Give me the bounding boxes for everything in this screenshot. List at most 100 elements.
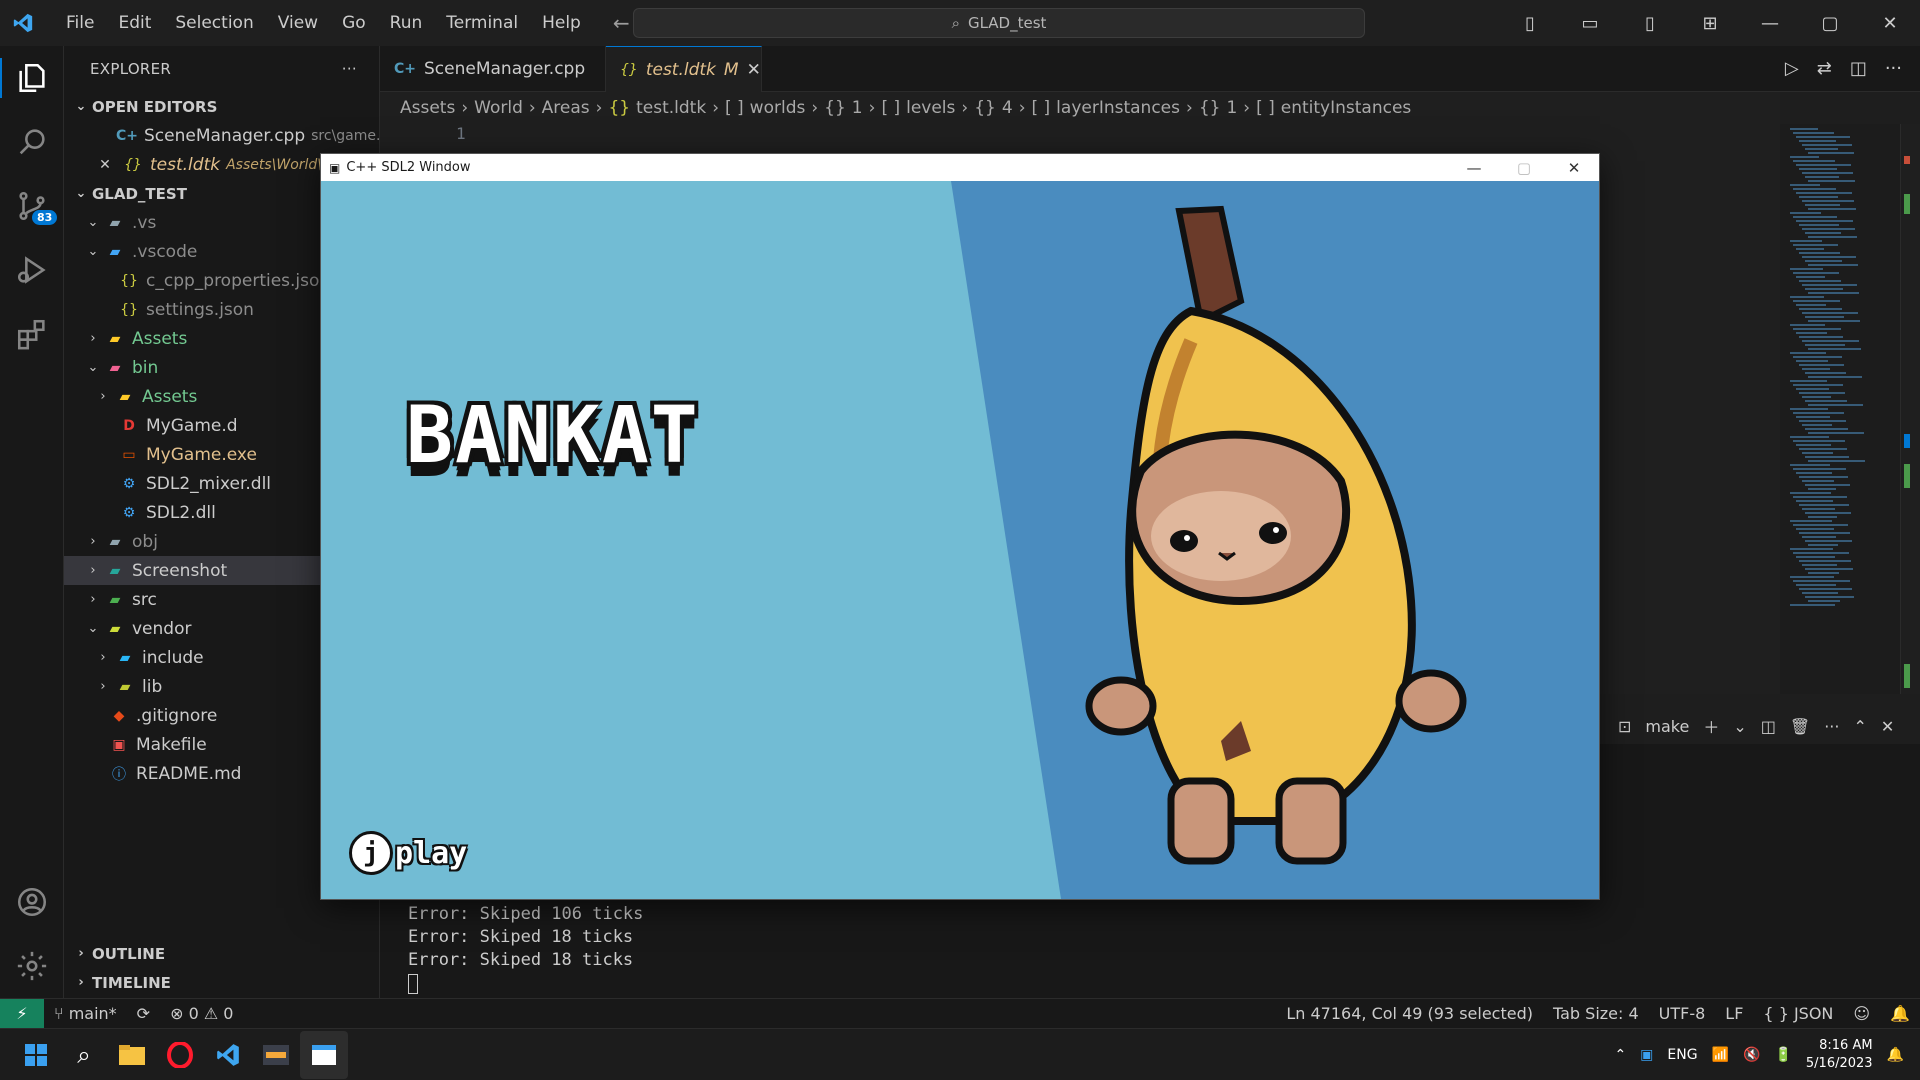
breadcrumb-item[interactable]: layerInstances <box>1056 98 1180 118</box>
customize-layout-icon[interactable]: ⊞ <box>1680 13 1740 34</box>
chevron-down-icon[interactable]: ⌄ <box>1733 717 1746 736</box>
source-control-icon[interactable]: 83 <box>0 174 64 238</box>
status-bar: ⚡ ⑂ main* ⟳ ⊗ 0 ⚠ 0 Ln 47164, Col 49 (93… <box>0 998 1920 1029</box>
chevron-down-icon: ⌄ <box>87 360 99 375</box>
toggle-secondary-sidebar-icon[interactable]: ▯ <box>1620 13 1680 34</box>
toggle-panel-icon[interactable]: ▭ <box>1560 13 1620 34</box>
maximize-button[interactable]: ▢ <box>1800 13 1860 34</box>
battery-icon[interactable]: 🔋 <box>1774 1047 1791 1063</box>
close-button[interactable]: ✕ <box>1860 13 1920 34</box>
accounts-icon[interactable] <box>0 870 64 934</box>
more-actions-icon[interactable]: ··· <box>1824 717 1839 736</box>
language-indicator[interactable]: ENG <box>1667 1047 1697 1063</box>
split-terminal-icon[interactable]: ◫ <box>1761 717 1776 736</box>
wifi-icon[interactable]: 📶 <box>1712 1047 1729 1063</box>
close-icon[interactable]: ✕ <box>747 60 761 80</box>
encoding[interactable]: UTF-8 <box>1649 1004 1716 1023</box>
more-actions-icon[interactable]: ··· <box>342 60 357 78</box>
run-debug-icon[interactable] <box>0 238 64 302</box>
settings-gear-icon[interactable] <box>0 934 64 998</box>
chevron-right-icon: › <box>78 946 84 961</box>
toggle-sidebar-icon[interactable]: ▯ <box>1500 13 1560 34</box>
file-explorer-icon[interactable] <box>108 1031 156 1079</box>
maximize-panel-icon[interactable]: ⌃ <box>1853 717 1866 736</box>
breadcrumb-item[interactable]: Areas <box>542 98 590 118</box>
extensions-icon[interactable] <box>0 302 64 366</box>
chevron-down-icon: ⌄ <box>87 215 99 230</box>
problems-indicator[interactable]: ⊗ 0 ⚠ 0 <box>160 1004 243 1023</box>
tree-item-label: SDL2.dll <box>146 502 216 523</box>
windows-start-icon[interactable] <box>12 1031 60 1079</box>
run-icon[interactable]: ▷ <box>1785 58 1799 79</box>
folder-vscode-icon: ▰ <box>109 243 121 260</box>
ldtk-app-icon[interactable] <box>252 1031 300 1079</box>
menu-edit[interactable]: Edit <box>106 0 163 46</box>
search-icon[interactable]: ⌕ <box>60 1031 108 1079</box>
menu-file[interactable]: File <box>54 0 106 46</box>
vscode-taskbar-icon[interactable] <box>204 1031 252 1079</box>
minimap-line <box>1805 232 1841 234</box>
notification-icon[interactable]: 🔔 <box>1887 1047 1904 1063</box>
menu-selection[interactable]: Selection <box>163 0 265 46</box>
menu-view[interactable]: View <box>266 0 330 46</box>
split-editor-icon[interactable]: ◫ <box>1850 58 1867 79</box>
tab-test-ldtk[interactable]: {} test.ldtk M ✕ <box>606 46 762 92</box>
compare-icon[interactable]: ⇄ <box>1817 58 1832 79</box>
breadcrumb-item[interactable]: Assets <box>400 98 455 118</box>
tab-size[interactable]: Tab Size: 4 <box>1543 1004 1649 1023</box>
tab-scenemanager[interactable]: C+ SceneManager.cpp <box>380 46 606 92</box>
sync-icon[interactable]: ⟳ <box>127 1004 160 1023</box>
editor-scrollbar[interactable] <box>1900 124 1920 694</box>
open-editors-header[interactable]: ⌄ OPEN EDITORS <box>64 92 379 121</box>
feedback-icon[interactable]: ☺ <box>1843 1004 1880 1023</box>
menu-help[interactable]: Help <box>530 0 593 46</box>
json-file-icon: {} <box>620 61 638 78</box>
notifications-bell-icon[interactable]: 🔔 <box>1880 1004 1920 1023</box>
breadcrumb-item[interactable]: 4 <box>1002 98 1013 118</box>
game-scene <box>951 181 1599 899</box>
minimize-button[interactable]: — <box>1740 13 1800 34</box>
breadcrumb-item[interactable]: worlds <box>750 98 806 118</box>
opera-browser-icon[interactable] <box>156 1031 204 1079</box>
tree-item-label: .vscode <box>132 241 198 262</box>
menu-run[interactable]: Run <box>378 0 435 46</box>
cursor-position[interactable]: Ln 47164, Col 49 (93 selected) <box>1276 1004 1543 1023</box>
terminal-name[interactable]: make <box>1645 717 1689 736</box>
command-center[interactable]: ⌕ GLAD_test <box>633 8 1365 38</box>
sdl-window-taskbar-icon[interactable] <box>300 1030 348 1079</box>
game-canvas[interactable]: BANKAT j play <box>321 181 1599 899</box>
language-mode[interactable]: { } JSON <box>1753 1004 1843 1023</box>
back-arrow-icon[interactable]: ← <box>613 11 630 35</box>
minimize-button[interactable]: — <box>1449 159 1499 177</box>
tray-app-icon[interactable]: ▣ <box>1640 1047 1653 1063</box>
menu-terminal[interactable]: Terminal <box>434 0 530 46</box>
new-terminal-icon[interactable]: ＋ <box>1703 714 1719 738</box>
maximize-button[interactable]: ▢ <box>1499 159 1549 177</box>
breadcrumb-item[interactable]: World <box>474 98 523 118</box>
more-actions-icon[interactable]: ··· <box>1885 58 1902 79</box>
minimap[interactable] <box>1780 124 1900 694</box>
volume-muted-icon[interactable]: 🔇 <box>1743 1047 1760 1063</box>
explorer-icon[interactable] <box>0 46 64 110</box>
branch-indicator[interactable]: ⑂ main* <box>44 1004 127 1023</box>
remote-indicator-icon[interactable]: ⚡ <box>0 998 44 1029</box>
open-editor-name: SceneManager.cpp <box>144 125 306 146</box>
chevron-up-icon[interactable]: ⌃ <box>1614 1047 1626 1063</box>
breadcrumb-item[interactable]: entityInstances <box>1281 98 1412 118</box>
clock[interactable]: 8:16 AM 5/16/2023 <box>1806 1037 1873 1073</box>
open-editor-item[interactable]: C+ SceneManager.cpp src\game... <box>64 121 379 150</box>
breadcrumb-item[interactable]: 1 <box>1226 98 1237 118</box>
trash-icon[interactable]: 🗑 <box>1790 717 1810 736</box>
close-panel-icon[interactable]: ✕ <box>1881 717 1894 736</box>
breadcrumb-item[interactable]: 1 <box>852 98 863 118</box>
close-button[interactable]: ✕ <box>1549 159 1599 177</box>
breadcrumb-item[interactable]: levels <box>906 98 955 118</box>
close-icon[interactable]: ✕ <box>94 157 116 173</box>
timeline-header[interactable]: › TIMELINE <box>64 968 379 997</box>
search-view-icon[interactable] <box>0 110 64 174</box>
outline-header[interactable]: › OUTLINE <box>64 939 379 968</box>
end-of-line[interactable]: LF <box>1715 1004 1753 1023</box>
breadcrumb-item[interactable]: test.ldtk <box>636 98 706 118</box>
minimap-line <box>1805 512 1851 514</box>
menu-go[interactable]: Go <box>330 0 378 46</box>
